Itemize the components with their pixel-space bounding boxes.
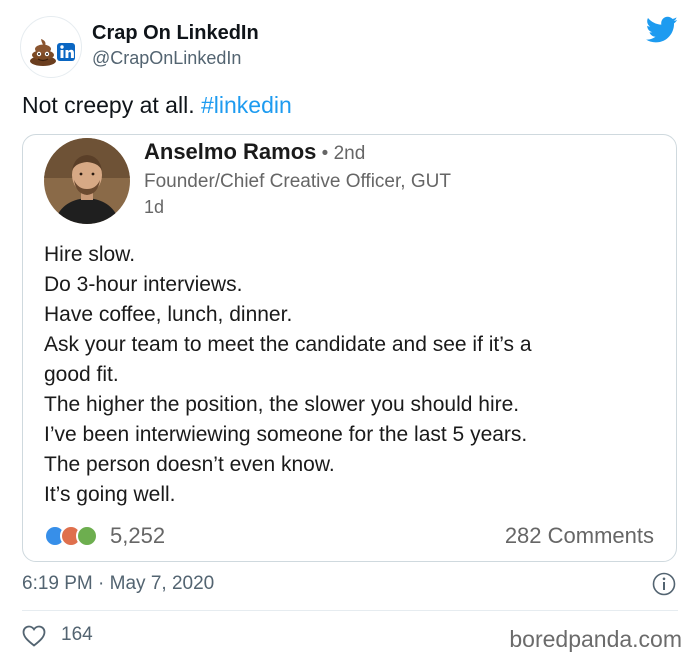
post-line: I’ve been interwiewing someone for the l… bbox=[44, 423, 528, 446]
post-line: Do 3-hour interviews. bbox=[44, 273, 243, 296]
author-handle[interactable]: @CrapOnLinkedIn bbox=[92, 48, 241, 69]
author-name[interactable]: Crap On LinkedIn bbox=[92, 22, 259, 45]
boredpanda-watermark: boredpanda.com bbox=[509, 626, 682, 652]
post-line: good fit. bbox=[44, 363, 119, 386]
twitter-bird-icon[interactable] bbox=[646, 16, 678, 44]
linkedin-author-line: Anselmo Ramos • 2nd bbox=[144, 139, 365, 165]
reaction-count: 5,252 bbox=[110, 523, 166, 548]
post-line: It’s going well. bbox=[44, 483, 176, 506]
info-icon[interactable] bbox=[652, 572, 676, 596]
reactions-summary: 5,252 bbox=[44, 523, 264, 549]
linkedin-post-body: Hire slow. Do 3-hour interviews. Have co… bbox=[44, 240, 532, 510]
connection-degree: • 2nd bbox=[316, 143, 366, 164]
post-line: The higher the position, the slower you … bbox=[44, 393, 520, 416]
post-line: Ask your team to meet the candidate and … bbox=[44, 333, 532, 356]
post-line: The person doesn’t even know. bbox=[44, 453, 335, 476]
tweet-text-plain: Not creepy at all. bbox=[22, 92, 201, 118]
linkedin-author-title: Founder/Chief Creative Officer, GUT bbox=[144, 171, 451, 192]
hashtag-link[interactable]: #linkedin bbox=[201, 92, 292, 118]
linkedin-author-name: Anselmo Ramos bbox=[144, 139, 317, 164]
tweet-timestamp[interactable]: 6:19 PM · May 7, 2020 bbox=[22, 573, 214, 595]
post-line: Have coffee, lunch, dinner. bbox=[44, 303, 293, 326]
tweet-text: Not creepy at all. #linkedin bbox=[22, 92, 292, 119]
tweet-card: Crap On LinkedIn @CrapOnLinkedIn Not cre… bbox=[0, 0, 700, 664]
comments-count: 282 Comments bbox=[504, 523, 654, 548]
linkedin-profile-photo bbox=[44, 138, 130, 224]
linkedin-post-time: 1d bbox=[144, 197, 165, 217]
author-avatar[interactable] bbox=[20, 16, 82, 78]
divider bbox=[22, 610, 678, 611]
linkedin-logo-icon bbox=[57, 43, 75, 61]
embedded-linkedin-screenshot[interactable]: Anselmo Ramos • 2nd Founder/Chief Creati… bbox=[22, 134, 677, 562]
heart-icon[interactable] bbox=[22, 625, 46, 647]
like-count: 164 bbox=[61, 624, 93, 645]
celebrate-reaction-icon bbox=[76, 525, 98, 547]
post-line: Hire slow. bbox=[44, 243, 136, 266]
